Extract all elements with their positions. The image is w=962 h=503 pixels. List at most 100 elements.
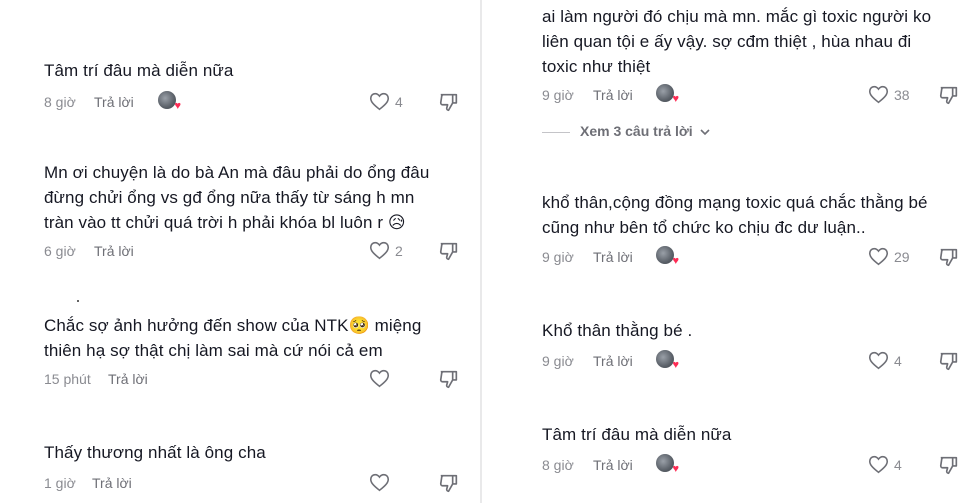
comment-meta: 15 phút Trả lời bbox=[44, 368, 464, 390]
comment-text-line: liên quan tội e ấy vậy. sợ cđm thiệt , h… bbox=[542, 32, 912, 51]
comment-time: 1 giờ bbox=[44, 475, 76, 491]
comment-text-line: tràn vào tt chửi quá trời h phải khóa bl… bbox=[44, 213, 406, 232]
comment-meta: 8 giờ Trả lời ♥ 4 bbox=[542, 454, 962, 476]
comment-text: Thấy thương nhất là ông cha bbox=[44, 440, 266, 465]
right-comment-panel: ai làm người đó chịu mà mn. mắc gì toxic… bbox=[482, 0, 962, 503]
comment-text: khổ thân,cộng đồng mạng toxic quá chắc t… bbox=[542, 190, 928, 240]
view-replies-button[interactable]: Xem 3 câu trả lời bbox=[542, 123, 711, 139]
comment-time: 8 giờ bbox=[542, 457, 574, 473]
dislike-button[interactable] bbox=[938, 350, 960, 375]
reply-button[interactable]: Trả lời bbox=[94, 243, 134, 259]
comment-time: 6 giờ bbox=[44, 243, 76, 259]
like-button[interactable] bbox=[369, 368, 390, 388]
comment-text: ai làm người đó chịu mà mn. mắc gì toxic… bbox=[542, 4, 931, 79]
reply-button[interactable]: Trả lời bbox=[593, 353, 633, 369]
like-button[interactable] bbox=[369, 91, 390, 111]
heart-badge-icon: ♥ bbox=[672, 255, 679, 267]
comment-time: 8 giờ bbox=[44, 94, 76, 110]
comment-meta: 6 giờ Trả lời 2 bbox=[44, 240, 464, 262]
heart-badge-icon: ♥ bbox=[672, 93, 679, 105]
thumbs-down-outline-icon bbox=[439, 242, 458, 261]
comment-text-line: ai làm người đó chịu mà mn. mắc gì toxic… bbox=[542, 7, 932, 26]
reply-button[interactable]: Trả lời bbox=[108, 371, 148, 387]
comment-time: 9 giờ bbox=[542, 87, 574, 103]
comment-text-line: cũng như bên tổ chức ko chịu đc dư luận.… bbox=[542, 218, 866, 237]
dislike-button[interactable] bbox=[938, 84, 960, 109]
reply-button[interactable]: Trả lời bbox=[593, 87, 633, 103]
comment-text-line: thiên hạ sợ thật chị làm sai mà cứ nói c… bbox=[44, 341, 383, 360]
like-button[interactable] bbox=[868, 350, 889, 370]
chevron-down-icon bbox=[699, 129, 710, 136]
like-count: 4 bbox=[395, 94, 403, 110]
heart-outline-icon bbox=[369, 92, 390, 111]
comment-text-line: Tâm trí đâu mà diễn nữa bbox=[542, 425, 732, 444]
comment-time: 9 giờ bbox=[542, 249, 574, 265]
heart-outline-icon bbox=[868, 247, 889, 266]
thumbs-down-outline-icon bbox=[439, 370, 458, 389]
comment-meta: 9 giờ Trả lời ♥ 38 bbox=[542, 84, 962, 106]
comment-text-line: toxic như thiệt bbox=[542, 57, 651, 76]
like-button[interactable] bbox=[868, 454, 889, 474]
reply-button[interactable]: Trả lời bbox=[593, 249, 633, 265]
liked-by-creator-avatar: ♥ bbox=[656, 350, 679, 371]
comment-meta: 8 giờ Trả lời ♥ 4 bbox=[44, 91, 464, 113]
comment-meta: 1 giờ Trả lời bbox=[44, 472, 464, 494]
dislike-button[interactable] bbox=[938, 246, 960, 271]
comment-text: Khổ thân thằng bé . bbox=[542, 318, 692, 343]
comment-text-line: đừng chửi ổng vs gđ ổng nữa thấy từ sáng… bbox=[44, 188, 415, 207]
reply-thread-line bbox=[542, 131, 570, 133]
speck bbox=[77, 300, 79, 302]
heart-outline-icon bbox=[868, 85, 889, 104]
heart-outline-icon bbox=[369, 241, 390, 260]
dislike-button[interactable] bbox=[438, 472, 460, 497]
left-comment-panel: Tâm trí đâu mà diễn nữa 8 giờ Trả lời ♥ … bbox=[0, 0, 480, 503]
heart-badge-icon: ♥ bbox=[672, 463, 679, 475]
dislike-button[interactable] bbox=[438, 240, 460, 265]
comment-text-line: khổ thân,cộng đồng mạng toxic quá chắc t… bbox=[542, 193, 928, 212]
like-count: 4 bbox=[894, 457, 902, 473]
comment-text-line: Chắc sợ ảnh hưởng đến show của NTK🥺 miện… bbox=[44, 316, 422, 335]
comment-text-line: Tâm trí đâu mà diễn nữa bbox=[44, 61, 234, 80]
like-button[interactable] bbox=[369, 240, 390, 260]
comment-meta: 9 giờ Trả lời ♥ 29 bbox=[542, 246, 962, 268]
like-count: 4 bbox=[894, 353, 902, 369]
heart-outline-icon bbox=[868, 455, 889, 474]
comment-text: Tâm trí đâu mà diễn nữa bbox=[542, 422, 731, 447]
reply-button[interactable]: Trả lời bbox=[593, 457, 633, 473]
comment-time: 15 phút bbox=[44, 371, 91, 387]
comment-item: Tâm trí đâu mà diễn nữa 8 giờ Trả lời ♥ … bbox=[0, 0, 480, 120]
liked-by-creator-avatar: ♥ bbox=[656, 454, 679, 475]
comment-text-line: Khổ thân thằng bé . bbox=[542, 321, 693, 340]
like-count: 2 bbox=[395, 243, 403, 259]
comment-text: Chắc sợ ảnh hưởng đến show của NTK🥺 miện… bbox=[44, 313, 421, 363]
like-button[interactable] bbox=[868, 84, 889, 104]
comment-text-line: Mn ơi chuyện là do bà An mà đâu phải do … bbox=[44, 163, 430, 182]
heart-badge-icon: ♥ bbox=[174, 100, 181, 112]
comment-text: Mn ơi chuyện là do bà An mà đâu phải do … bbox=[44, 160, 429, 235]
like-button[interactable] bbox=[868, 246, 889, 266]
dislike-button[interactable] bbox=[438, 368, 460, 393]
thumbs-down-outline-icon bbox=[439, 93, 458, 112]
comment-text-line: Thấy thương nhất là ông cha bbox=[44, 443, 266, 462]
dislike-button[interactable] bbox=[438, 91, 460, 116]
like-count: 38 bbox=[894, 87, 910, 103]
comment-text: Tâm trí đâu mà diễn nữa bbox=[44, 58, 233, 83]
liked-by-creator-avatar: ♥ bbox=[656, 84, 679, 105]
heart-outline-icon bbox=[369, 369, 390, 388]
heart-badge-icon: ♥ bbox=[672, 359, 679, 371]
thumbs-down-outline-icon bbox=[939, 248, 958, 267]
thumbs-down-outline-icon bbox=[439, 474, 458, 493]
like-count: 29 bbox=[894, 249, 910, 265]
reply-button[interactable]: Trả lời bbox=[94, 94, 134, 110]
like-button[interactable] bbox=[369, 472, 390, 492]
view-replies-label: Xem 3 câu trả lời bbox=[580, 123, 693, 139]
thumbs-down-outline-icon bbox=[939, 456, 958, 475]
dislike-button[interactable] bbox=[938, 454, 960, 479]
heart-outline-icon bbox=[369, 473, 390, 492]
heart-outline-icon bbox=[868, 351, 889, 370]
liked-by-creator-avatar: ♥ bbox=[656, 246, 679, 267]
comment-meta: 9 giờ Trả lời ♥ 4 bbox=[542, 350, 962, 372]
liked-by-creator-avatar: ♥ bbox=[158, 91, 181, 112]
thumbs-down-outline-icon bbox=[939, 352, 958, 371]
reply-button[interactable]: Trả lời bbox=[92, 475, 132, 491]
